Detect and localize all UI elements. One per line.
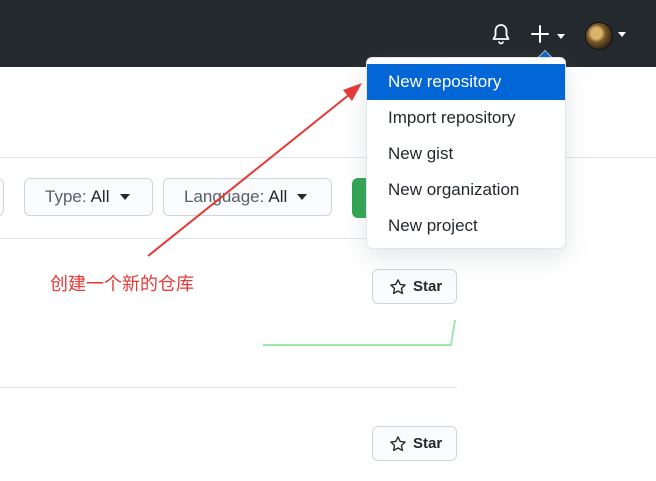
menu-item-new-gist[interactable]: New gist	[367, 136, 565, 172]
menu-item-label: New organization	[388, 180, 520, 199]
menu-item-import-repository[interactable]: Import repository	[367, 100, 565, 136]
menu-item-label: New repository	[388, 72, 502, 91]
menu-item-label: New project	[388, 216, 478, 235]
annotation-arrow	[147, 93, 351, 257]
activity-sparkline	[263, 319, 456, 346]
menu-item-label: Import repository	[388, 108, 516, 127]
menu-item-new-repository[interactable]: New repository	[367, 64, 565, 100]
menu-item-new-organization[interactable]: New organization	[367, 172, 565, 208]
annotation-text: 创建一个新的仓库	[50, 274, 194, 295]
menu-item-new-project[interactable]: New project	[367, 208, 565, 244]
create-new-dropdown: New repository Import repository New gis…	[366, 57, 566, 249]
menu-item-label: New gist	[388, 144, 454, 163]
